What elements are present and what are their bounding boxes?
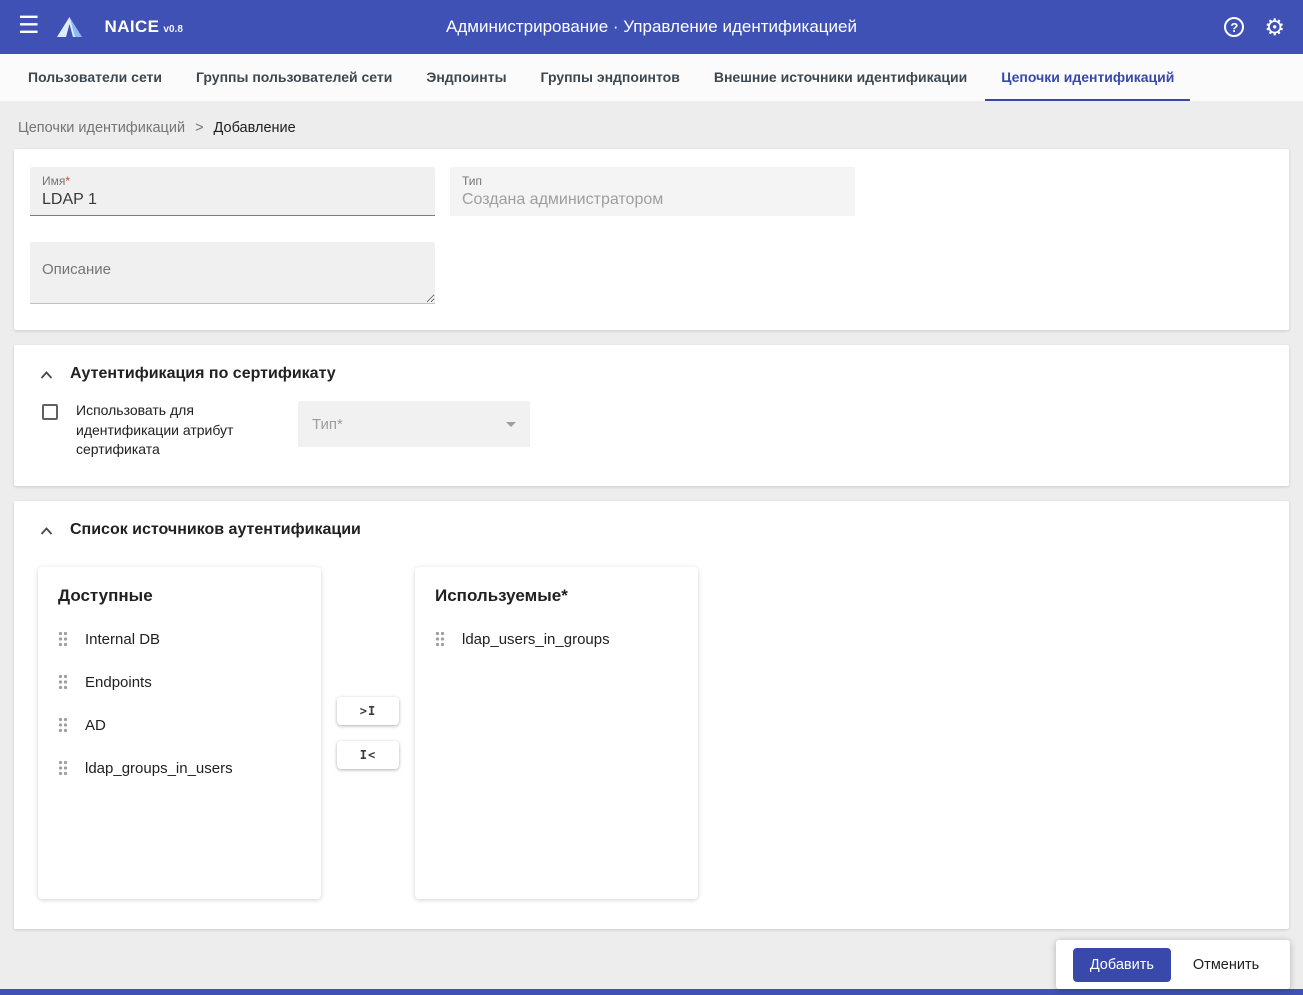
type-field-value: Создана администратором bbox=[462, 191, 664, 208]
drag-handle-icon[interactable] bbox=[58, 674, 68, 690]
list-item-label: Internal DB bbox=[85, 630, 161, 648]
breadcrumb-separator: > bbox=[195, 120, 204, 136]
auth-sources-title: Список источников аутентификации bbox=[70, 520, 361, 538]
certificate-auth-header: Аутентификация по сертификату bbox=[30, 365, 1273, 383]
used-sources-list: Используемые* ldap_users_in_groups bbox=[415, 566, 698, 899]
name-field-label: Имя* bbox=[42, 174, 423, 188]
list-item-label: ldap_groups_in_users bbox=[85, 759, 233, 777]
list-item[interactable]: Internal DB bbox=[38, 618, 321, 661]
chevron-up-icon[interactable] bbox=[40, 525, 53, 535]
hamburger-menu-icon[interactable]: ☰ bbox=[18, 14, 40, 38]
add-button[interactable]: Добавить bbox=[1072, 947, 1171, 982]
tab-label: Группы пользователей сети bbox=[196, 68, 393, 85]
certificate-auth-title: Аутентификация по сертификату bbox=[70, 365, 336, 382]
description-textarea[interactable] bbox=[30, 242, 435, 304]
list-item[interactable]: AD bbox=[38, 704, 321, 747]
main-tabs: Пользователи сети Группы пользователей с… bbox=[0, 54, 1303, 101]
available-list-title: Доступные bbox=[58, 585, 153, 605]
cert-type-select[interactable]: Тип* bbox=[298, 401, 530, 447]
list-item[interactable]: ldap_users_in_groups bbox=[415, 618, 698, 661]
app-brand: NAICE v0.8 bbox=[105, 17, 183, 37]
list-item[interactable]: Endpoints bbox=[38, 661, 321, 704]
chevron-up-icon[interactable] bbox=[40, 369, 53, 379]
general-form-card: Имя* Тип Создана администратором bbox=[14, 149, 1289, 330]
used-list-title: Используемые* bbox=[435, 585, 568, 605]
tab-endpoints[interactable]: Эндпоинты bbox=[410, 54, 522, 101]
move-all-left-button[interactable]: I< bbox=[337, 740, 399, 769]
tab-network-users[interactable]: Пользователи сети bbox=[12, 54, 178, 101]
drag-handle-icon[interactable] bbox=[435, 631, 445, 647]
page-title: Администрирование · Управление идентифик… bbox=[446, 17, 857, 36]
app-name: NAICE bbox=[104, 17, 160, 36]
tab-network-user-groups[interactable]: Группы пользователей сети bbox=[180, 54, 408, 101]
transfer-lists: Доступные Internal DB Endpoints AD ldap_… bbox=[38, 566, 1273, 899]
main-content: Имя* Тип Создана администратором Аутенти… bbox=[0, 149, 1303, 929]
certificate-auth-card: Аутентификация по сертификату Использова… bbox=[14, 345, 1289, 486]
dropdown-arrow-icon bbox=[506, 421, 516, 427]
help-icon[interactable]: ? bbox=[1224, 17, 1245, 37]
tab-label: Пользователи сети bbox=[28, 68, 163, 85]
breadcrumb: Цепочки идентификаций > Добавление bbox=[0, 101, 1303, 149]
tab-label: Цепочки идентификаций bbox=[1001, 68, 1175, 85]
type-field: Тип Создана администратором bbox=[450, 167, 855, 216]
available-sources-list: Доступные Internal DB Endpoints AD ldap_… bbox=[38, 566, 321, 899]
app-version: v0.8 bbox=[163, 24, 183, 35]
use-cert-attribute-label: Использовать для идентификации атрибут с… bbox=[76, 402, 234, 458]
transfer-buttons: >I I< bbox=[337, 696, 399, 769]
auth-sources-header: Список источников аутентификации bbox=[30, 521, 1273, 539]
list-item-label: ldap_users_in_groups bbox=[462, 630, 610, 648]
header-left: ☰ NAICE v0.8 bbox=[18, 14, 183, 38]
required-marker: * bbox=[65, 174, 71, 188]
drag-handle-icon[interactable] bbox=[58, 760, 68, 776]
drag-handle-icon[interactable] bbox=[58, 717, 68, 733]
name-input[interactable] bbox=[42, 188, 423, 209]
drag-handle-icon[interactable] bbox=[58, 631, 68, 647]
tab-identity-chains[interactable]: Цепочки идентификаций bbox=[985, 54, 1191, 101]
list-item[interactable]: ldap_groups_in_users bbox=[38, 747, 321, 790]
cancel-button[interactable]: Отменить bbox=[1179, 957, 1273, 973]
name-field[interactable]: Имя* bbox=[30, 167, 435, 216]
auth-sources-card: Список источников аутентификации Доступн… bbox=[14, 500, 1289, 929]
settings-gear-icon[interactable]: ⚙ bbox=[1264, 15, 1285, 39]
tab-label: Группы эндпоинтов bbox=[540, 68, 680, 85]
list-item-label: AD bbox=[85, 716, 106, 734]
name-label-text: Имя bbox=[42, 174, 66, 188]
name-type-row: Имя* Тип Создана администратором bbox=[30, 167, 1273, 216]
tab-endpoint-groups[interactable]: Группы эндпоинтов bbox=[525, 54, 696, 101]
certificate-auth-row: Использовать для идентификации атрибут с… bbox=[42, 401, 1273, 460]
tab-external-identity-sources[interactable]: Внешние источники идентификации bbox=[698, 54, 983, 101]
move-all-right-button[interactable]: >I bbox=[337, 696, 399, 725]
footer-accent-strip bbox=[0, 989, 1303, 995]
app-logo bbox=[56, 16, 83, 38]
tab-label: Эндпоинты bbox=[426, 68, 507, 85]
breadcrumb-root-link[interactable]: Цепочки идентификаций bbox=[18, 120, 185, 136]
tab-label: Внешние источники идентификации bbox=[713, 68, 968, 85]
use-cert-attribute-checkbox[interactable] bbox=[42, 404, 58, 420]
list-item-label: Endpoints bbox=[85, 673, 152, 691]
header-actions: ? ⚙ bbox=[1224, 15, 1285, 39]
breadcrumb-current: Добавление bbox=[213, 120, 296, 136]
type-field-label: Тип bbox=[462, 174, 483, 188]
cert-type-select-placeholder: Тип* bbox=[312, 415, 343, 433]
bottom-action-bar: Добавить Отменить bbox=[1056, 940, 1290, 989]
app-header: ☰ NAICE v0.8 Администрирование · Управле… bbox=[0, 0, 1303, 54]
